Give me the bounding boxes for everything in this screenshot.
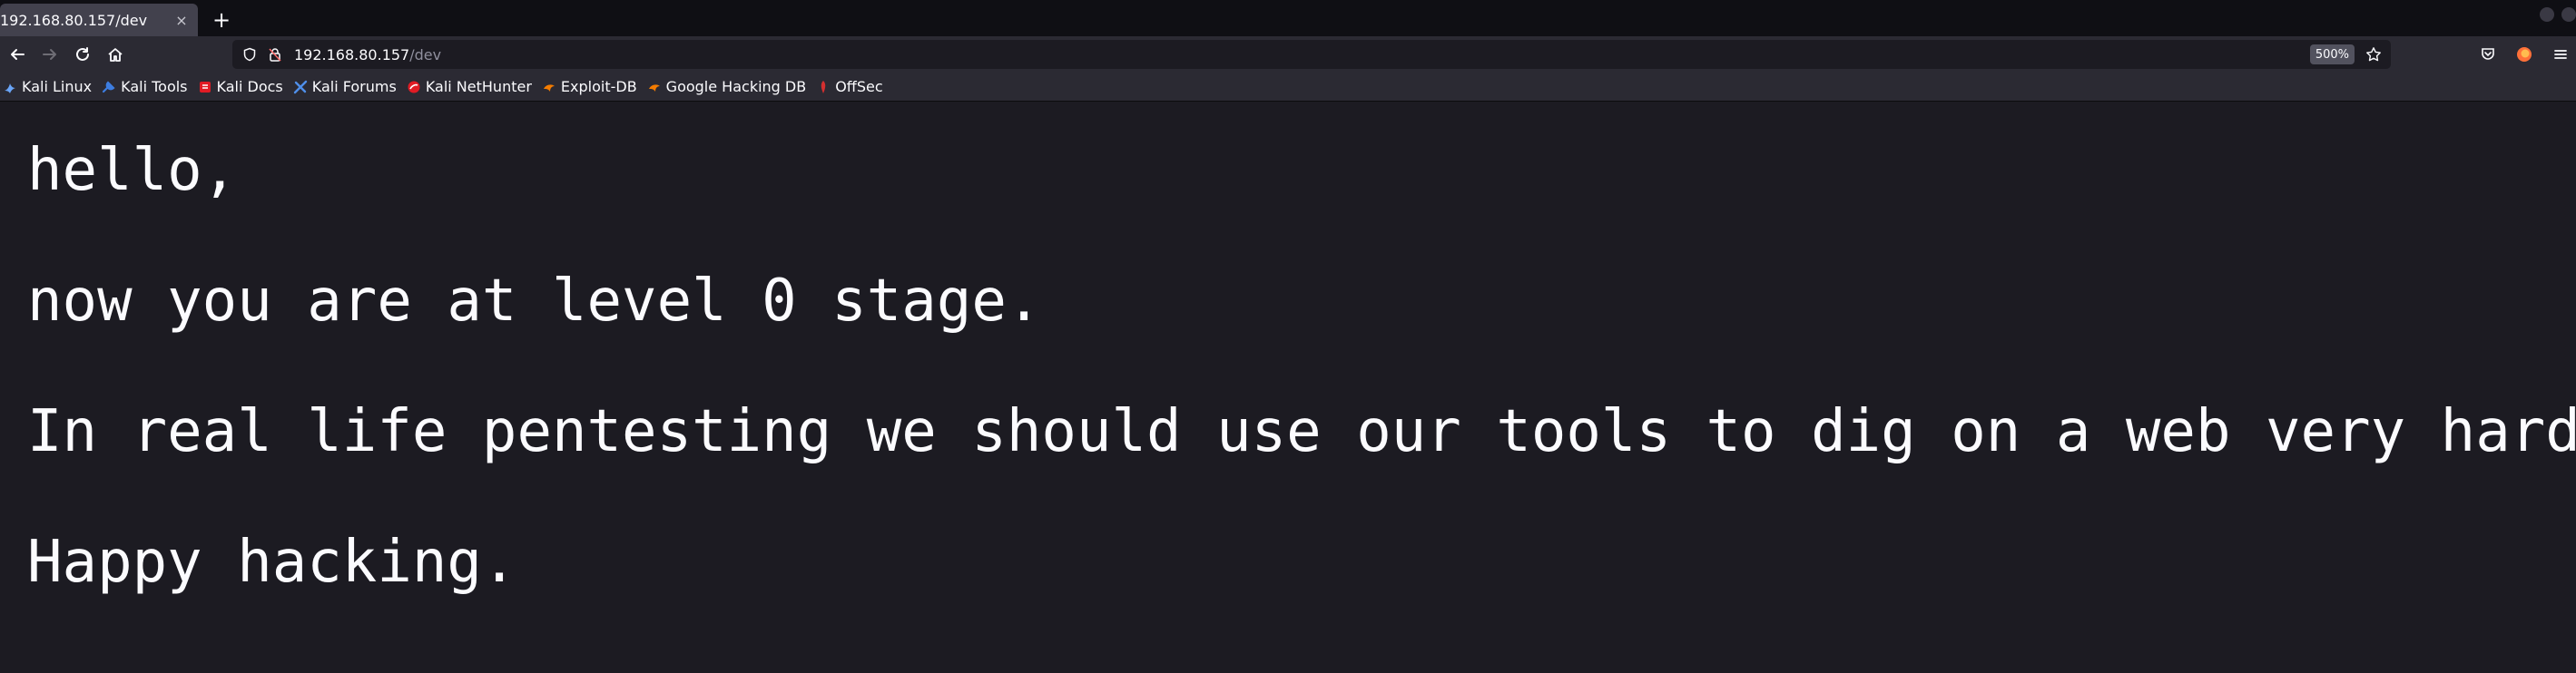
page-content: hello, now you are at level 0 stage. In … (0, 102, 2576, 673)
kali-forums-icon (292, 79, 309, 95)
bookmark-label: Kali Docs (216, 78, 283, 95)
new-tab-button[interactable]: + (205, 4, 238, 36)
forward-button[interactable] (34, 39, 65, 70)
page-line-greeting: hello, (27, 137, 238, 204)
kali-tools-icon (101, 79, 117, 95)
url-text[interactable]: 192.168.80.157/dev (294, 46, 441, 63)
navigation-toolbar: 192.168.80.157/dev 500% (0, 36, 2576, 73)
bookmark-offsec[interactable]: OffSec (815, 78, 883, 95)
window-controls (2540, 7, 2576, 22)
reload-button[interactable] (67, 39, 98, 70)
url-host: 192.168.80.157 (294, 45, 410, 63)
bookmark-kali-forums[interactable]: Kali Forums (292, 78, 397, 95)
home-button[interactable] (100, 39, 131, 70)
bookmark-label: OffSec (835, 78, 883, 95)
shield-icon[interactable] (238, 43, 261, 66)
page-line-signoff: Happy hacking. (27, 529, 517, 596)
url-bar[interactable]: 192.168.80.157/dev 500% (232, 40, 2391, 69)
tab-active[interactable]: 192.168.80.157/dev × (0, 4, 198, 36)
close-window-button[interactable] (2561, 7, 2576, 22)
bookmark-label: Kali Linux (22, 78, 93, 95)
bookmark-label: Kali Forums (311, 78, 397, 95)
forward-arrow-icon (43, 49, 56, 60)
kali-dragon-icon (2, 79, 18, 95)
kali-docs-icon (197, 79, 213, 95)
page-line-hint: In real life pentesting we should use ou… (27, 398, 2576, 465)
bookmark-kali-docs[interactable]: Kali Docs (197, 78, 283, 95)
bookmark-kali-nethunter[interactable]: Kali NetHunter (406, 78, 532, 95)
offsec-icon (815, 79, 831, 95)
menu-icon[interactable] (2545, 39, 2576, 70)
firefox-account-icon[interactable] (2509, 39, 2540, 70)
zoom-level-badge[interactable]: 500% (2309, 44, 2355, 64)
exploit-db-icon (541, 79, 557, 95)
tab-strip: 192.168.80.157/dev × + (0, 0, 2576, 36)
back-arrow-icon (11, 49, 25, 60)
home-icon (108, 48, 123, 62)
bookmark-label: Kali Tools (121, 78, 188, 95)
minimize-button[interactable] (2540, 7, 2554, 22)
ghdb-icon (646, 79, 663, 95)
bookmark-star-icon[interactable] (2362, 43, 2385, 66)
bookmark-label: Google Hacking DB (665, 78, 807, 95)
bookmark-exploit-db[interactable]: Exploit-DB (541, 78, 637, 95)
insecure-lock-icon[interactable] (263, 43, 287, 66)
nethunter-icon (406, 79, 422, 95)
bookmarks-toolbar: Kali Linux Kali Tools Kali Docs Kali For… (0, 73, 2576, 102)
bookmark-label: Exploit-DB (560, 78, 637, 95)
url-path: /dev (409, 45, 442, 63)
bookmark-kali-linux[interactable]: Kali Linux (2, 78, 92, 95)
back-button[interactable] (2, 39, 33, 70)
page-line-level: now you are at level 0 stage. (27, 268, 1042, 335)
bookmark-label: Kali NetHunter (425, 78, 532, 95)
bookmark-google-hacking-db[interactable]: Google Hacking DB (646, 78, 807, 95)
reload-icon (76, 47, 89, 61)
bookmark-kali-tools[interactable]: Kali Tools (101, 78, 188, 95)
tab-close-icon[interactable]: × (171, 9, 192, 31)
toolbar-right (2473, 39, 2576, 70)
pocket-icon[interactable] (2473, 39, 2503, 70)
tab-title: 192.168.80.157/dev (0, 11, 148, 29)
